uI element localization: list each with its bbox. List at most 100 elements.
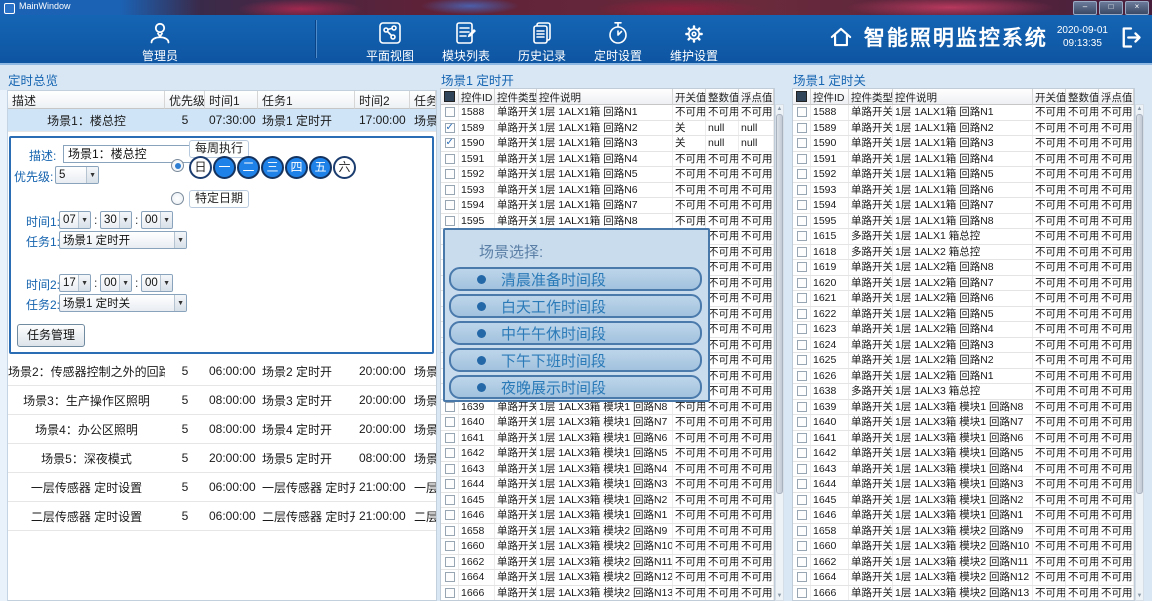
- logout-icon[interactable]: [1117, 24, 1144, 51]
- left-scrollbar[interactable]: [0, 90, 8, 601]
- row-checkbox[interactable]: [445, 433, 455, 443]
- control-row-1623[interactable]: 1623单路开关1层 1ALX2箱 回路N4不可用不可用不可用: [793, 322, 1134, 338]
- control-row-1640[interactable]: 1640单路开关1层 1ALX3箱 模块1 回路N7不可用不可用不可用: [441, 415, 774, 431]
- scene-on-scrollbar[interactable]: ▲ ▼: [775, 104, 784, 601]
- control-row-1593[interactable]: 1593单路开关1层 1ALX1箱 回路N6不可用不可用不可用: [441, 183, 774, 199]
- overview-row[interactable]: 一层传感器 定时设置506:00:00一层传感器 定时开21:00:00一层: [8, 473, 436, 502]
- row-checkbox[interactable]: [797, 231, 807, 241]
- time1-second-select[interactable]: 00▼: [141, 211, 173, 229]
- row-checkbox[interactable]: [797, 588, 807, 598]
- col-time2[interactable]: 时间2: [355, 91, 410, 109]
- scene-off-scrollbar[interactable]: ▲ ▼: [1135, 104, 1144, 601]
- control-row-1644[interactable]: 1644单路开关1层 1ALX3箱 模块1 回路N3不可用不可用不可用: [793, 477, 1134, 493]
- row-checkbox[interactable]: [797, 200, 807, 210]
- row-checkbox[interactable]: [445, 557, 455, 567]
- control-row-1645[interactable]: 1645单路开关1层 1ALX3箱 模块1 回路N2不可用不可用不可用: [441, 493, 774, 509]
- weekday-circle[interactable]: 三: [261, 156, 284, 179]
- control-row-1645[interactable]: 1645单路开关1层 1ALX3箱 模块1 回路N2不可用不可用不可用: [793, 493, 1134, 509]
- control-row-1588[interactable]: 1588单路开关1层 1ALX1箱 回路N1不可用不可用不可用: [793, 105, 1134, 121]
- weekday-circle[interactable]: 五: [309, 156, 332, 179]
- row-checkbox[interactable]: [797, 479, 807, 489]
- row-checkbox[interactable]: [797, 169, 807, 179]
- control-row-1664[interactable]: 1664单路开关1层 1ALX3箱 模块2 回路N12不可用不可用不可用: [441, 570, 774, 586]
- control-row-1639[interactable]: 1639单路开关1层 1ALX3箱 模块1 回路N8不可用不可用不可用: [793, 400, 1134, 416]
- control-row-1595[interactable]: 1595单路开关1层 1ALX1箱 回路N8不可用不可用不可用: [793, 214, 1134, 230]
- row-checkbox[interactable]: [445, 402, 455, 412]
- control-row-1626[interactable]: 1626单路开关1层 1ALX2箱 回路N1不可用不可用不可用: [793, 369, 1134, 385]
- row-checkbox[interactable]: [797, 216, 807, 226]
- overview-row-selected[interactable]: 场景1：楼总控 5 07:30:00 场景1 定时开 17:00:00 场景: [8, 109, 436, 132]
- col-time1[interactable]: 时间1: [205, 91, 258, 109]
- maximize-button[interactable]: □: [1099, 1, 1123, 15]
- row-checkbox[interactable]: [797, 464, 807, 474]
- row-checkbox[interactable]: [797, 123, 807, 133]
- weekly-radio[interactable]: [171, 159, 184, 172]
- control-row-1641[interactable]: 1641单路开关1层 1ALX3箱 模块1 回路N6不可用不可用不可用: [441, 431, 774, 447]
- row-checkbox[interactable]: [445, 588, 455, 598]
- toolbar-item-plan-view[interactable]: 平面视图: [364, 20, 416, 64]
- control-row-1589[interactable]: 1589单路开关1层 1ALX1箱 回路N2关nullnull: [441, 121, 774, 137]
- row-checkbox[interactable]: [445, 464, 455, 474]
- row-checkbox[interactable]: [797, 526, 807, 536]
- overview-row[interactable]: 场景3：生产操作区照明508:00:00场景3 定时开20:00:00场景: [8, 386, 436, 415]
- control-row-1643[interactable]: 1643单路开关1层 1ALX3箱 模块1 回路N4不可用不可用不可用: [441, 462, 774, 478]
- row-checkbox[interactable]: [445, 448, 455, 458]
- row-checkbox[interactable]: [445, 169, 455, 179]
- overview-row[interactable]: 场景5：深夜模式520:00:00场景5 定时开08:00:00场景: [8, 444, 436, 473]
- row-checkbox[interactable]: [445, 510, 455, 520]
- overview-row[interactable]: 场景2：传感器控制之外的回路506:00:00场景2 定时开20:00:00场景: [8, 357, 436, 386]
- priority-select[interactable]: 5▼: [55, 166, 99, 184]
- row-checkbox[interactable]: [797, 107, 807, 117]
- row-checkbox[interactable]: [445, 526, 455, 536]
- col-task2[interactable]: 任务2: [410, 91, 436, 109]
- control-row-1595[interactable]: 1595单路开关1层 1ALX1箱 回路N8不可用不可用不可用: [441, 214, 774, 230]
- control-row-1590[interactable]: 1590单路开关1层 1ALX1箱 回路N3关nullnull: [441, 136, 774, 152]
- row-checkbox[interactable]: [445, 417, 455, 427]
- control-row-1640[interactable]: 1640单路开关1层 1ALX3箱 模块1 回路N7不可用不可用不可用: [793, 415, 1134, 431]
- control-row-1615[interactable]: 1615多路开关1层 1ALX1 箱总控不可用不可用不可用: [793, 229, 1134, 245]
- control-row-1666[interactable]: 1666单路开关1层 1ALX3箱 模块2 回路N13不可用不可用不可用: [441, 586, 774, 601]
- row-checkbox[interactable]: [797, 185, 807, 195]
- row-checkbox[interactable]: [445, 216, 455, 226]
- control-row-1594[interactable]: 1594单路开关1层 1ALX1箱 回路N7不可用不可用不可用: [441, 198, 774, 214]
- row-checkbox[interactable]: [797, 262, 807, 272]
- control-row-1622[interactable]: 1622单路开关1层 1ALX2箱 回路N5不可用不可用不可用: [793, 307, 1134, 323]
- control-row-1619[interactable]: 1619单路开关1层 1ALX2箱 回路N8不可用不可用不可用: [793, 260, 1134, 276]
- row-checkbox[interactable]: [797, 138, 807, 148]
- control-row-1638[interactable]: 1638多路开关1层 1ALX3 箱总控不可用不可用不可用: [793, 384, 1134, 400]
- row-checkbox[interactable]: [797, 293, 807, 303]
- time1-hour-select[interactable]: 07▼: [59, 211, 91, 229]
- control-row-1641[interactable]: 1641单路开关1层 1ALX3箱 模块1 回路N6不可用不可用不可用: [793, 431, 1134, 447]
- control-row-1590[interactable]: 1590单路开关1层 1ALX1箱 回路N3不可用不可用不可用: [793, 136, 1134, 152]
- control-row-1643[interactable]: 1643单路开关1层 1ALX3箱 模块1 回路N4不可用不可用不可用: [793, 462, 1134, 478]
- control-row-1594[interactable]: 1594单路开关1层 1ALX1箱 回路N7不可用不可用不可用: [793, 198, 1134, 214]
- col-task1[interactable]: 任务1: [258, 91, 355, 109]
- toolbar-item-timer-settings[interactable]: 定时设置: [592, 20, 644, 64]
- admin-user-button[interactable]: 管理员: [110, 20, 210, 64]
- col-priority[interactable]: 优先级: [165, 91, 205, 109]
- row-checkbox[interactable]: [797, 572, 807, 582]
- control-row-1591[interactable]: 1591单路开关1层 1ALX1箱 回路N4不可用不可用不可用: [793, 152, 1134, 168]
- row-checkbox[interactable]: [445, 107, 455, 117]
- control-row-1592[interactable]: 1592单路开关1层 1ALX1箱 回路N5不可用不可用不可用: [441, 167, 774, 183]
- time1-minute-select[interactable]: 30▼: [100, 211, 132, 229]
- control-row-1664[interactable]: 1664单路开关1层 1ALX3箱 模块2 回路N12不可用不可用不可用: [793, 570, 1134, 586]
- toolbar-item-history[interactable]: 历史记录: [516, 20, 568, 64]
- scene-option-5[interactable]: 夜晚展示时间段: [449, 375, 702, 399]
- row-checkbox[interactable]: [445, 200, 455, 210]
- control-row-1646[interactable]: 1646单路开关1层 1ALX3箱 模块1 回路N1不可用不可用不可用: [441, 508, 774, 524]
- row-checkbox[interactable]: [445, 138, 455, 148]
- control-row-1658[interactable]: 1658单路开关1层 1ALX3箱 模块2 回路N9不可用不可用不可用: [793, 524, 1134, 540]
- scene-option-3[interactable]: 中午午休时间段: [449, 321, 702, 345]
- close-button[interactable]: ×: [1125, 1, 1149, 15]
- row-checkbox[interactable]: [445, 185, 455, 195]
- weekday-circle[interactable]: 一: [213, 156, 236, 179]
- row-checkbox[interactable]: [797, 433, 807, 443]
- control-row-1662[interactable]: 1662单路开关1层 1ALX3箱 模块2 回路N11不可用不可用不可用: [793, 555, 1134, 571]
- row-checkbox[interactable]: [797, 309, 807, 319]
- row-checkbox[interactable]: [797, 278, 807, 288]
- task2-select[interactable]: 场景1 定时关▼: [59, 294, 187, 312]
- control-row-1589[interactable]: 1589单路开关1层 1ALX1箱 回路N2不可用不可用不可用: [793, 121, 1134, 137]
- scrollbar-thumb[interactable]: [1136, 114, 1143, 494]
- time2-minute-select[interactable]: 00▼: [100, 274, 132, 292]
